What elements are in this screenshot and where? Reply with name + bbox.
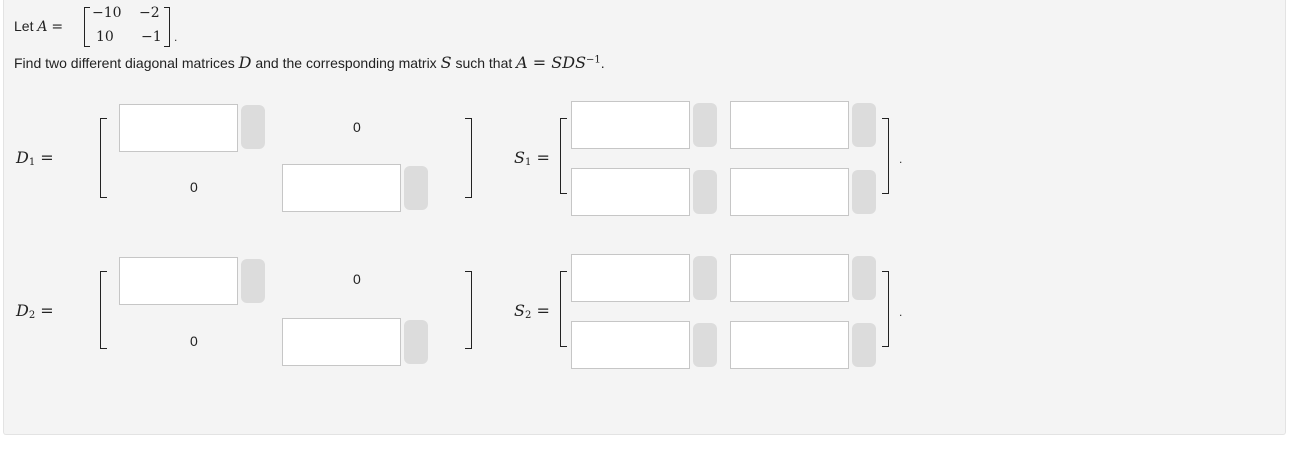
let-statement: Let A = (14, 18, 64, 35)
d1-entry-21-zero: 0 (190, 179, 198, 195)
d1-left-bracket (100, 118, 107, 198)
matrix-a-period: . (174, 30, 178, 44)
s2-entry-22-input[interactable] (730, 321, 849, 369)
s1-entry-22-math-button[interactable] (852, 170, 876, 214)
d1-entry-22-math-button[interactable] (404, 166, 428, 210)
s2-period: . (899, 305, 903, 319)
s1-entry-11-math-button[interactable] (693, 103, 717, 147)
s1-entry-22-input[interactable] (730, 168, 849, 216)
s2-entry-12-input[interactable] (730, 254, 849, 302)
s1-entry-11-input[interactable] (571, 101, 690, 149)
d1-label: D1 = (16, 148, 54, 168)
matrix-a-left-bracket (84, 7, 90, 47)
s2-entry-12-math-button[interactable] (852, 256, 876, 300)
d2-entry-12-zero: 0 (353, 271, 361, 287)
s1-entry-12-math-button[interactable] (852, 103, 876, 147)
d1-right-bracket (465, 118, 472, 198)
formula: A = SDS (516, 53, 587, 72)
formula-exponent: −1 (586, 54, 601, 66)
matrix-a-cell-21: 10 (96, 29, 114, 45)
s2-left-bracket (560, 271, 567, 347)
s2-right-bracket (882, 271, 889, 347)
s1-right-bracket (882, 118, 889, 194)
s1-label: S1 = (514, 148, 550, 168)
s2-entry-21-input[interactable] (571, 321, 690, 369)
s2-entry-11-input[interactable] (571, 254, 690, 302)
s1-entry-21-math-button[interactable] (693, 170, 717, 214)
instruction-text: Find two different diagonal matrices D a… (14, 53, 605, 72)
s2-entry-21-math-button[interactable] (693, 323, 717, 367)
d1-entry-11-input[interactable] (119, 104, 238, 152)
matrix-a-right-bracket (164, 7, 170, 47)
d2-entry-22-input[interactable] (282, 318, 401, 366)
s2-label: S2 = (514, 301, 550, 321)
matrix-a-cell-12: −2 (139, 5, 160, 21)
d2-entry-22-math-button[interactable] (404, 320, 428, 364)
s1-left-bracket (560, 118, 567, 194)
matrix-a-cell-11: −10 (92, 5, 122, 21)
d2-entry-11-math-button[interactable] (241, 259, 265, 303)
s1-period: . (899, 152, 903, 166)
s2-entry-22-math-button[interactable] (852, 323, 876, 367)
s2-entry-11-math-button[interactable] (693, 256, 717, 300)
matrix-a-cell-22: −1 (141, 29, 162, 45)
d1-entry-11-math-button[interactable] (241, 105, 265, 149)
d1-entry-22-input[interactable] (282, 164, 401, 212)
s1-entry-21-input[interactable] (571, 168, 690, 216)
d1-entry-12-zero: 0 (353, 119, 361, 135)
d2-label: D2 = (16, 301, 54, 321)
d2-entry-11-input[interactable] (119, 257, 238, 305)
s1-entry-12-input[interactable] (730, 101, 849, 149)
d2-right-bracket (465, 271, 472, 349)
d2-left-bracket (100, 271, 107, 349)
d2-entry-21-zero: 0 (190, 333, 198, 349)
